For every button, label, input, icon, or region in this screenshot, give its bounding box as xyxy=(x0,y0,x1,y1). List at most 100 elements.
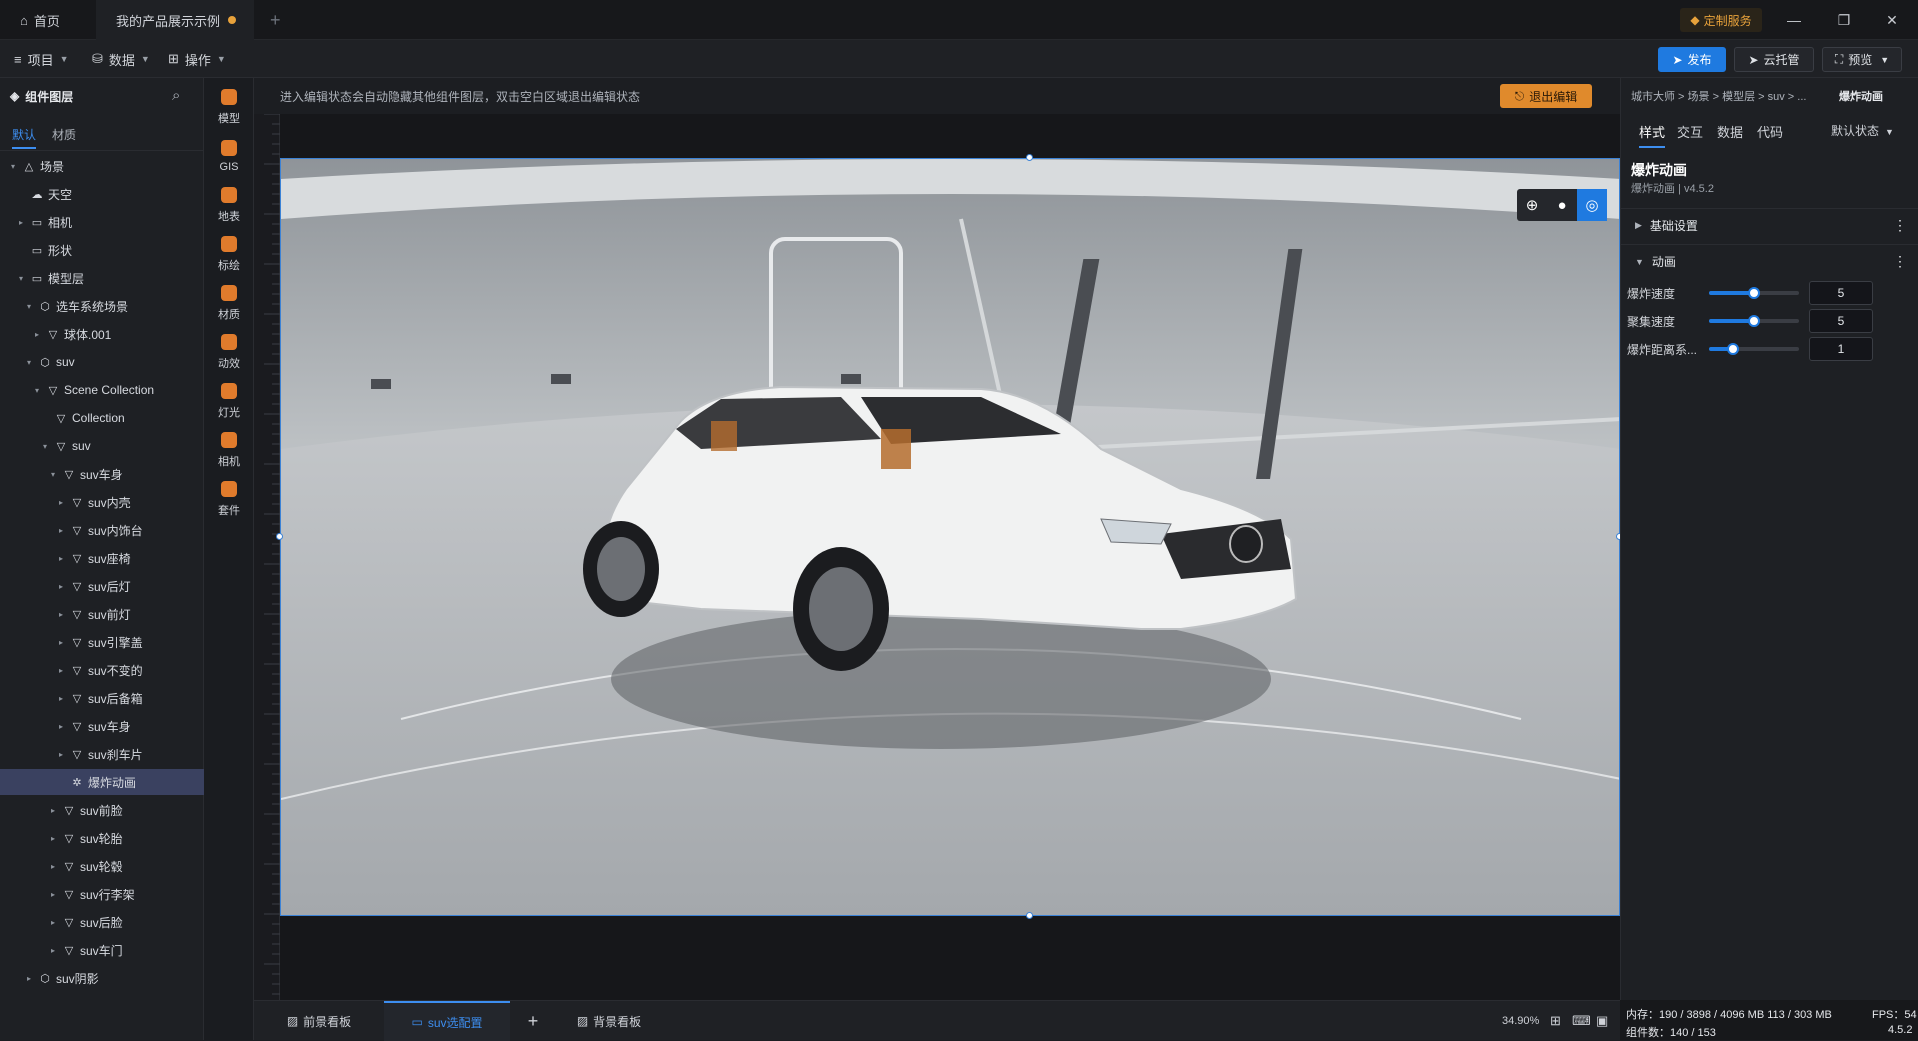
tree-item[interactable]: ▸ ▽ suv车门 xyxy=(0,937,204,963)
exit-edit-button[interactable]: ⎋ 退出编辑 xyxy=(1500,84,1592,108)
slider-knob[interactable] xyxy=(1748,287,1760,299)
rail-pin[interactable]: 标绘 xyxy=(204,227,254,281)
chevron-down-icon[interactable]: ▾ xyxy=(48,470,58,479)
resize-handle-top[interactable] xyxy=(1026,154,1033,161)
fit-screen-icon[interactable]: ⊞ xyxy=(1550,1001,1561,1041)
sphere-icon[interactable]: ● xyxy=(1547,189,1577,221)
chevron-right-icon[interactable]: ▸ xyxy=(56,498,66,507)
tree-item[interactable]: ▾ ▽ suv车身 xyxy=(0,461,204,487)
tree-item[interactable]: ▾ ▽ suv xyxy=(0,433,204,459)
chevron-down-icon[interactable]: ▾ xyxy=(16,274,26,283)
rail-light[interactable]: 灯光 xyxy=(204,374,254,428)
chevron-right-icon[interactable]: ▸ xyxy=(48,946,58,955)
more-icon[interactable]: ⋮ xyxy=(1893,217,1907,234)
property-slider[interactable] xyxy=(1709,315,1799,327)
tree-item[interactable]: ▸ ▽ suv后脸 xyxy=(0,909,204,935)
chevron-right-icon[interactable]: ▸ xyxy=(56,526,66,535)
document-tab[interactable]: 我的产品展示示例 xyxy=(96,0,254,40)
chevron-right-icon[interactable]: ▸ xyxy=(56,750,66,759)
rotate-icon[interactable]: ◎ xyxy=(1577,189,1607,221)
search-icon[interactable]: ⌕ xyxy=(172,87,180,104)
tree-item[interactable]: ▾ ▭ 模型层 xyxy=(0,265,204,291)
chevron-right-icon[interactable]: ▸ xyxy=(56,610,66,619)
chevron-down-icon[interactable]: ▾ xyxy=(24,302,34,311)
tree-item[interactable]: ▸ ▽ suv前灯 xyxy=(0,601,204,627)
restore-button[interactable]: ❐ xyxy=(1820,0,1868,40)
chevron-right-icon[interactable]: ▸ xyxy=(48,834,58,843)
chevron-down-icon[interactable]: ▾ xyxy=(32,386,42,395)
tree-item[interactable]: ✲ 爆炸动画 xyxy=(0,769,204,795)
tree-item[interactable]: ▸ ▽ suv后灯 xyxy=(0,573,204,599)
chevron-right-icon[interactable]: ▸ xyxy=(48,862,58,871)
chevron-right-icon[interactable]: ▸ xyxy=(56,666,66,675)
rail-star[interactable]: 动效 xyxy=(204,325,254,379)
tab-suv-config[interactable]: ▭ suv选配置 xyxy=(384,1001,510,1041)
tree-item[interactable]: ▾ ⬡ 选车系统场景 xyxy=(0,293,204,319)
chevron-right-icon[interactable]: ▸ xyxy=(48,890,58,899)
tree-item[interactable]: ▸ ▽ suv轮胎 xyxy=(0,825,204,851)
tree-item[interactable]: ▸ ▽ suv行李架 xyxy=(0,881,204,907)
section-animation[interactable]: ▼ 动画 ⋮ xyxy=(1621,244,1918,278)
tree-item[interactable]: ▾ △ 场景 xyxy=(0,153,204,179)
chevron-right-icon[interactable]: ▸ xyxy=(56,638,66,647)
chevron-right-icon[interactable]: ▸ xyxy=(24,974,34,983)
tree-item[interactable]: ▽ Collection xyxy=(0,405,204,431)
slider-knob[interactable] xyxy=(1748,315,1760,327)
tab-interaction[interactable]: 交互 xyxy=(1677,122,1703,141)
chevron-right-icon[interactable]: ▸ xyxy=(56,554,66,563)
tree-item[interactable]: ▸ ▽ suv内壳 xyxy=(0,489,204,515)
globe-icon[interactable]: ⊕ xyxy=(1517,189,1547,221)
tree-item[interactable]: ▾ ▽ Scene Collection xyxy=(0,377,204,403)
rail-globe[interactable]: GIS xyxy=(204,129,254,183)
tree-item[interactable]: ▸ ▽ suv刹车片 xyxy=(0,741,204,767)
rail-terrain[interactable]: 地表 xyxy=(204,178,254,232)
slider-knob[interactable] xyxy=(1727,343,1740,355)
menu-project[interactable]: ≡ 项目 ▼ xyxy=(14,40,69,78)
menu-data[interactable]: ⛁ 数据 ▼ xyxy=(92,40,150,78)
rail-kit[interactable]: 套件 xyxy=(204,472,254,526)
tab-style[interactable]: 样式 xyxy=(1639,122,1666,148)
close-button[interactable]: ✕ xyxy=(1868,0,1916,40)
tree-item[interactable]: ▸ ⬡ suv阴影 xyxy=(0,965,204,991)
tab-background-board[interactable]: ▨ 背景看板 xyxy=(554,1001,664,1041)
more-icon[interactable]: ⋮ xyxy=(1893,253,1907,270)
cloud-host-button[interactable]: ➤ 云托管 xyxy=(1734,47,1814,72)
chevron-right-icon[interactable]: ▸ xyxy=(48,806,58,815)
tab-code[interactable]: 代码 xyxy=(1757,122,1783,141)
tree-item[interactable]: ▾ ⬡ suv xyxy=(0,349,204,375)
property-slider[interactable] xyxy=(1709,287,1799,299)
tree-item[interactable]: ▸ ▽ suv车身 xyxy=(0,713,204,739)
publish-button[interactable]: ➤ 发布 xyxy=(1658,47,1726,72)
resize-handle-left[interactable] xyxy=(276,533,283,540)
rail-model[interactable]: 模型 xyxy=(204,80,254,134)
chevron-right-icon[interactable]: ▸ xyxy=(56,582,66,591)
rail-camera[interactable]: 相机 xyxy=(204,423,254,477)
tree-item[interactable]: ▸ ▽ suv引擎盖 xyxy=(0,629,204,655)
canvas-area[interactable]: 进入编辑状态会自动隐藏其他组件图层，双击空白区域退出编辑状态 ⎋ 退出编辑 ⊕ … xyxy=(254,78,1623,1000)
tree-item[interactable]: ▸ ▽ suv座椅 xyxy=(0,545,204,571)
minimize-button[interactable]: — xyxy=(1770,0,1818,40)
tree-item[interactable]: ▸ ▽ suv轮毂 xyxy=(0,853,204,879)
tree-item[interactable]: ☁ 天空 xyxy=(0,181,204,207)
zoom-level[interactable]: 34.90% xyxy=(1502,1001,1539,1041)
tab-foreground-board[interactable]: ▨ 前景看板 xyxy=(264,1001,374,1041)
property-value-input[interactable]: 5 xyxy=(1809,309,1873,333)
state-select[interactable]: 默认状态 ▼ xyxy=(1831,122,1894,139)
property-value-input[interactable]: 5 xyxy=(1809,281,1873,305)
preview-button[interactable]: ⛶ 预览 ▼ xyxy=(1822,47,1902,72)
property-value-input[interactable]: 1 xyxy=(1809,337,1873,361)
home-tab[interactable]: ⌂ 首页 xyxy=(20,0,90,40)
keyboard-icon[interactable]: ⌨ xyxy=(1572,1001,1591,1041)
chevron-right-icon[interactable]: ▸ xyxy=(16,218,26,227)
terminal-icon[interactable]: ▣ xyxy=(1596,1001,1608,1041)
property-slider[interactable] xyxy=(1709,343,1799,355)
menu-operate[interactable]: ⊞ 操作 ▼ xyxy=(168,40,226,78)
section-basic-settings[interactable]: ▶ 基础设置 ⋮ xyxy=(1621,208,1918,242)
add-board-button[interactable]: + xyxy=(518,1001,548,1041)
tree-item[interactable]: ▸ ▽ suv不变的 xyxy=(0,657,204,683)
tree-item[interactable]: ▸ ▽ 球体.001 xyxy=(0,321,204,347)
3d-viewport[interactable]: ⊕ ● ◎ xyxy=(280,158,1620,916)
tree-item[interactable]: ▸ ▽ suv内饰台 xyxy=(0,517,204,543)
new-tab-button[interactable]: + xyxy=(270,0,290,40)
tab-data[interactable]: 数据 xyxy=(1717,122,1743,141)
